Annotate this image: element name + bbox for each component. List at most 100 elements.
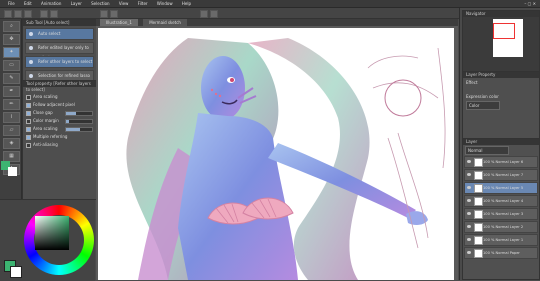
- sub-color-chip[interactable]: [10, 266, 22, 278]
- menu-layer[interactable]: Layer: [71, 0, 82, 7]
- prop-follow-adjacent[interactable]: Follow adjacent pixel: [26, 101, 93, 108]
- close-gap-checkbox[interactable]: [26, 110, 31, 116]
- redo-icon[interactable]: [50, 10, 58, 18]
- zoom-tool-icon[interactable]: ⌕: [3, 21, 20, 32]
- prop-color-margin[interactable]: Color margin: [26, 117, 93, 124]
- area-scaling-checkbox[interactable]: [26, 94, 31, 100]
- window-controls[interactable]: – ▢ ✕: [524, 0, 536, 7]
- visibility-eye-icon[interactable]: [467, 251, 471, 254]
- tool-property-title: Tool property [Refer other layers to sel…: [23, 81, 96, 92]
- navigator-panel: Navigator: [462, 10, 540, 72]
- eraser-tool-icon[interactable]: ▱: [3, 125, 20, 136]
- layer-item-selected[interactable]: 100 % Normal Layer 5: [464, 182, 538, 194]
- auto-select-icon: [29, 32, 33, 36]
- right-panel: Navigator Layer Property Effect Expressi…: [459, 8, 540, 280]
- visibility-eye-icon[interactable]: [467, 238, 471, 241]
- selection-tool-icon[interactable]: ▭: [3, 60, 20, 71]
- prop-anti-aliasing[interactable]: Anti-aliasing: [26, 141, 93, 148]
- prop-area-scaling-2[interactable]: Area scaling: [26, 125, 93, 132]
- canvas-tabs: Illustration_1 Mermaid sketch: [96, 19, 458, 26]
- invert-selection-icon[interactable]: [210, 10, 218, 18]
- move-tool-icon[interactable]: ✥: [3, 34, 20, 45]
- menu-window[interactable]: Window: [157, 0, 173, 7]
- close-gap-slider[interactable]: [65, 111, 93, 116]
- expression-color-dropdown[interactable]: Color: [466, 101, 500, 110]
- layer-thumbnail: [474, 158, 483, 167]
- save-icon[interactable]: [24, 10, 32, 18]
- menu-animation[interactable]: Animation: [41, 0, 61, 7]
- layer-item[interactable]: 100 % Normal Paper: [464, 247, 538, 259]
- clear-icon[interactable]: [110, 10, 118, 18]
- open-file-icon[interactable]: [14, 10, 22, 18]
- refer-other-icon: [29, 60, 33, 64]
- artwork-canvas[interactable]: [98, 28, 454, 280]
- color-margin-slider[interactable]: [65, 119, 93, 124]
- auto-select-tool-icon[interactable]: ✦: [3, 47, 20, 58]
- pencil-tool-icon[interactable]: ✏: [3, 99, 20, 110]
- blend-mode-dropdown[interactable]: Normal: [465, 146, 509, 155]
- sub-tool-refer-edited[interactable]: Refer edited layer only to select: [25, 42, 94, 60]
- brush-tool-icon[interactable]: ⌇: [3, 112, 20, 123]
- layer-panel: Layer Normal 100 % Normal Layer 6 100 % …: [462, 138, 540, 280]
- sub-tool-title: Sub Tool [Auto select]: [23, 20, 96, 26]
- color-margin-checkbox[interactable]: [26, 118, 31, 124]
- multiple-referring-checkbox[interactable]: [26, 134, 31, 140]
- layer-item[interactable]: 100 % Normal Layer 7: [464, 169, 538, 181]
- sub-tool-auto-select[interactable]: Auto select: [25, 28, 94, 40]
- anti-aliasing-checkbox[interactable]: [26, 142, 31, 148]
- navigator-title: Navigator: [463, 11, 539, 17]
- canvas-area: Illustration_1 Mermaid sketch: [96, 19, 458, 280]
- eyedropper-tool-icon[interactable]: ✎: [3, 73, 20, 84]
- visibility-eye-icon[interactable]: [467, 199, 471, 202]
- refer-edited-icon: [29, 46, 33, 50]
- transform-icon[interactable]: [100, 10, 108, 18]
- layer-thumbnail: [474, 249, 483, 258]
- visibility-eye-icon[interactable]: [467, 225, 471, 228]
- saturation-value-square[interactable]: [35, 216, 69, 250]
- layer-item[interactable]: 100 % Normal Layer 3: [464, 208, 538, 220]
- visibility-eye-icon[interactable]: [467, 212, 471, 215]
- layer-item[interactable]: 100 % Normal Layer 4: [464, 195, 538, 207]
- tab-illustration[interactable]: Illustration_1: [100, 19, 138, 26]
- navigator-view-box[interactable]: [493, 23, 515, 39]
- layer-thumbnail: [474, 223, 483, 232]
- new-file-icon[interactable]: [4, 10, 12, 18]
- visibility-eye-icon[interactable]: [467, 160, 471, 163]
- menu-selection[interactable]: Selection: [91, 0, 109, 7]
- layer-thumbnail: [474, 197, 483, 206]
- prop-area-scaling[interactable]: Area scaling: [26, 93, 93, 100]
- menu-view[interactable]: View: [119, 0, 129, 7]
- tab-mermaid-sketch[interactable]: Mermaid sketch: [143, 19, 187, 26]
- layer-title: Layer: [463, 139, 539, 145]
- sub-tool-refer-other[interactable]: Refer other layers to select: [25, 56, 94, 68]
- layer-thumbnail: [474, 210, 483, 219]
- pen-tool-icon[interactable]: ✒: [3, 86, 20, 97]
- layer-thumbnail: [474, 236, 483, 245]
- layer-item[interactable]: 100 % Normal Layer 1: [464, 234, 538, 246]
- layer-thumbnail: [474, 171, 483, 180]
- layer-property-panel: Layer Property Effect Expression color C…: [462, 71, 540, 139]
- prop-close-gap[interactable]: Close gap: [26, 109, 93, 116]
- tool-property-panel: Tool property [Refer other layers to sel…: [22, 80, 97, 200]
- sub-tool-panel: Sub Tool [Auto select] Auto select Refer…: [22, 19, 97, 82]
- area-scaling-slider[interactable]: [65, 127, 93, 132]
- expression-label: Expression color: [466, 94, 499, 99]
- deselect-icon[interactable]: [200, 10, 208, 18]
- fill-tool-icon[interactable]: ◈: [3, 138, 20, 149]
- undo-icon[interactable]: [40, 10, 48, 18]
- menu-filter[interactable]: Filter: [138, 0, 148, 7]
- follow-adjacent-checkbox[interactable]: [26, 102, 31, 108]
- menu-file[interactable]: File: [8, 0, 15, 7]
- menu-edit[interactable]: Edit: [24, 0, 32, 7]
- menu-help[interactable]: Help: [182, 0, 191, 7]
- area-scaling-2-checkbox[interactable]: [26, 126, 31, 132]
- effect-label: Effect: [466, 80, 478, 85]
- visibility-eye-icon[interactable]: [467, 186, 471, 189]
- layer-thumbnail: [474, 184, 483, 193]
- layer-item[interactable]: 100 % Normal Layer 2: [464, 221, 538, 233]
- sub-color-swatch[interactable]: [8, 167, 17, 176]
- prop-multiple-referring[interactable]: Multiple referring: [26, 133, 93, 140]
- mermaid-illustration: [126, 38, 446, 280]
- layer-item[interactable]: 100 % Normal Layer 6: [464, 156, 538, 168]
- visibility-eye-icon[interactable]: [467, 173, 471, 176]
